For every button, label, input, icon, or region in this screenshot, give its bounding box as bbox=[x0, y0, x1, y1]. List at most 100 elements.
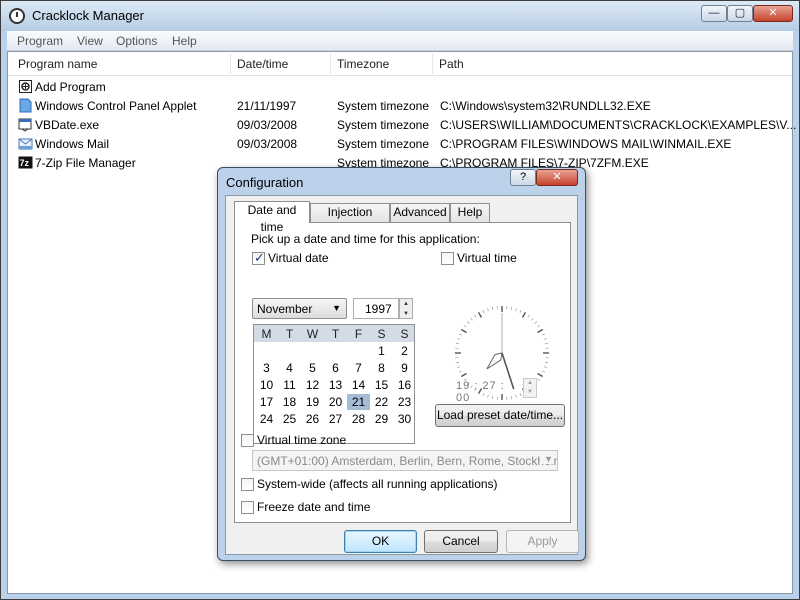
calendar-day[interactable]: 2 bbox=[393, 343, 416, 359]
calendar-day[interactable]: 24 bbox=[255, 411, 278, 427]
menu-program[interactable]: Program bbox=[17, 34, 63, 48]
time-minute: 27 bbox=[482, 380, 497, 392]
program-path: C:\PROGRAM FILES\WINDOWS MAIL\WINMAIL.EX… bbox=[440, 137, 732, 151]
column-date-time[interactable]: Date/time bbox=[237, 57, 288, 71]
calendar-day[interactable]: 15 bbox=[370, 377, 393, 393]
virtual-time-checkbox[interactable] bbox=[441, 252, 454, 265]
close-button[interactable]: ✕ bbox=[753, 5, 793, 22]
calendar-day[interactable]: 6 bbox=[324, 360, 347, 376]
title-bar[interactable]: Cracklock Manager — ▢ ✕ bbox=[1, 1, 799, 31]
list-item[interactable]: Windows Mail 09/03/2008 System timezone … bbox=[8, 135, 792, 154]
clock-tick bbox=[537, 325, 541, 328]
clock-tick bbox=[510, 306, 513, 311]
ok-button[interactable]: OK bbox=[344, 530, 417, 553]
calendar-day[interactable]: 12 bbox=[301, 377, 324, 393]
calendar-day[interactable]: 17 bbox=[255, 394, 278, 410]
chevron-down-icon: ▼ bbox=[332, 303, 341, 313]
calendar-day[interactable]: 5 bbox=[301, 360, 324, 376]
year-spinner[interactable]: ▲ ▼ bbox=[399, 298, 413, 319]
load-preset-button[interactable]: Load preset date/time... bbox=[435, 404, 565, 427]
calendar-day[interactable]: 26 bbox=[301, 411, 324, 427]
clock-tick bbox=[531, 317, 534, 321]
clock-tick bbox=[457, 338, 461, 340]
timezone-select[interactable]: (GMT+01:00) Amsterdam, Berlin, Bern, Rom… bbox=[252, 450, 558, 471]
clock-tick bbox=[457, 366, 461, 368]
menu-options[interactable]: Options bbox=[116, 34, 157, 48]
control-panel-icon bbox=[19, 98, 32, 113]
clock-tick bbox=[519, 309, 522, 313]
list-item[interactable]: VBDate.exe 09/03/2008 System timezone C:… bbox=[8, 116, 796, 135]
cancel-button[interactable]: Cancel bbox=[424, 530, 498, 553]
minimize-button[interactable]: — bbox=[701, 5, 727, 22]
clock-tick bbox=[542, 370, 546, 373]
apply-button[interactable]: Apply bbox=[506, 530, 579, 553]
spin-down-icon[interactable]: ▼ bbox=[400, 309, 412, 319]
calendar-day[interactable]: 11 bbox=[278, 377, 301, 393]
7zip-icon: 7z bbox=[18, 156, 33, 169]
system-wide-label: System-wide (affects all running applica… bbox=[257, 477, 498, 491]
calendar-day[interactable]: 20 bbox=[324, 394, 347, 410]
calendar-day[interactable]: 4 bbox=[278, 360, 301, 376]
calendar-day[interactable]: 16 bbox=[393, 377, 416, 393]
dialog-help-button[interactable]: ? bbox=[510, 169, 536, 186]
spin-down-icon[interactable]: ▼ bbox=[524, 388, 536, 397]
list-header: Program name Date/time Timezone Path bbox=[8, 52, 792, 76]
calendar-day[interactable]: 1 bbox=[370, 343, 393, 359]
calendar-weekday: S bbox=[400, 327, 409, 341]
time-field[interactable]: 19 : 27 : 00 bbox=[456, 380, 522, 404]
virtual-timezone-checkbox[interactable] bbox=[241, 434, 254, 447]
calendar[interactable]: MTWTFSS 1 2 3 4 5 6 7 8 9 10 11 12 13 14 15 16 17 18 19 20 2… bbox=[253, 324, 415, 444]
calendar-weekday: F bbox=[354, 327, 363, 341]
calendar-day[interactable]: 30 bbox=[393, 411, 416, 427]
calendar-day[interactable]: 22 bbox=[370, 394, 393, 410]
calendar-day[interactable]: 21 bbox=[347, 394, 370, 410]
calendar-day[interactable]: 28 bbox=[347, 411, 370, 427]
svg-text:7z: 7z bbox=[20, 158, 30, 168]
tab-advanced[interactable]: Advanced bbox=[390, 203, 450, 222]
program-timezone: System timezone bbox=[337, 118, 430, 132]
calendar-day[interactable]: 27 bbox=[324, 411, 347, 427]
dialog-close-button[interactable]: ✕ bbox=[536, 169, 578, 186]
calendar-day[interactable]: 13 bbox=[324, 377, 347, 393]
tab-date-and-time[interactable]: Date and time bbox=[234, 201, 310, 234]
spin-up-icon[interactable]: ▲ bbox=[400, 299, 412, 309]
clock-tick bbox=[544, 342, 549, 345]
clock-tick bbox=[470, 317, 473, 321]
calendar-day[interactable]: 23 bbox=[393, 394, 416, 410]
calendar-day[interactable]: 3 bbox=[255, 360, 278, 376]
tab-injection-mode[interactable]: Injection mode bbox=[310, 203, 390, 236]
tab-help[interactable]: Help bbox=[450, 203, 490, 222]
calendar-day[interactable]: 8 bbox=[370, 360, 393, 376]
menu-help[interactable]: Help bbox=[172, 34, 197, 48]
list-item[interactable]: Windows Control Panel Applet 21/11/1997 … bbox=[8, 97, 792, 116]
program-date: 21/11/1997 bbox=[237, 99, 297, 113]
calendar-day[interactable]: 18 bbox=[278, 394, 301, 410]
maximize-button[interactable]: ▢ bbox=[727, 5, 753, 22]
calendar-day[interactable]: 14 bbox=[347, 377, 370, 393]
calendar-day[interactable]: 25 bbox=[278, 411, 301, 427]
freeze-checkbox[interactable] bbox=[241, 501, 254, 514]
program-name: VBDate.exe bbox=[35, 118, 100, 132]
calendar-day[interactable]: 19 bbox=[301, 394, 324, 410]
program-name: Windows Control Panel Applet bbox=[35, 99, 197, 113]
month-select[interactable]: November ▼ bbox=[252, 298, 347, 319]
menu-view[interactable]: View bbox=[77, 34, 103, 48]
column-timezone[interactable]: Timezone bbox=[337, 57, 389, 71]
time-spinner[interactable]: ▲ ▼ bbox=[523, 378, 537, 398]
spin-up-icon[interactable]: ▲ bbox=[524, 379, 536, 388]
calendar-day[interactable]: 7 bbox=[347, 360, 370, 376]
virtual-date-checkbox[interactable] bbox=[252, 250, 265, 266]
year-field[interactable]: 1997 bbox=[353, 298, 399, 319]
clock-tick bbox=[521, 311, 527, 318]
calendar-day[interactable]: 10 bbox=[255, 377, 278, 393]
calendar-day[interactable]: 29 bbox=[370, 411, 393, 427]
column-path[interactable]: Path bbox=[439, 57, 464, 71]
clock-app-icon bbox=[9, 8, 25, 24]
calendar-day[interactable]: 9 bbox=[393, 360, 416, 376]
column-program-name[interactable]: Program name bbox=[18, 57, 97, 71]
dialog-body: Date and time Injection mode Advanced He… bbox=[225, 195, 579, 555]
clock-tick bbox=[460, 372, 467, 378]
list-item[interactable]: Add Program bbox=[8, 78, 792, 97]
calendar-weekday: M bbox=[261, 327, 272, 341]
system-wide-checkbox[interactable] bbox=[241, 478, 254, 491]
